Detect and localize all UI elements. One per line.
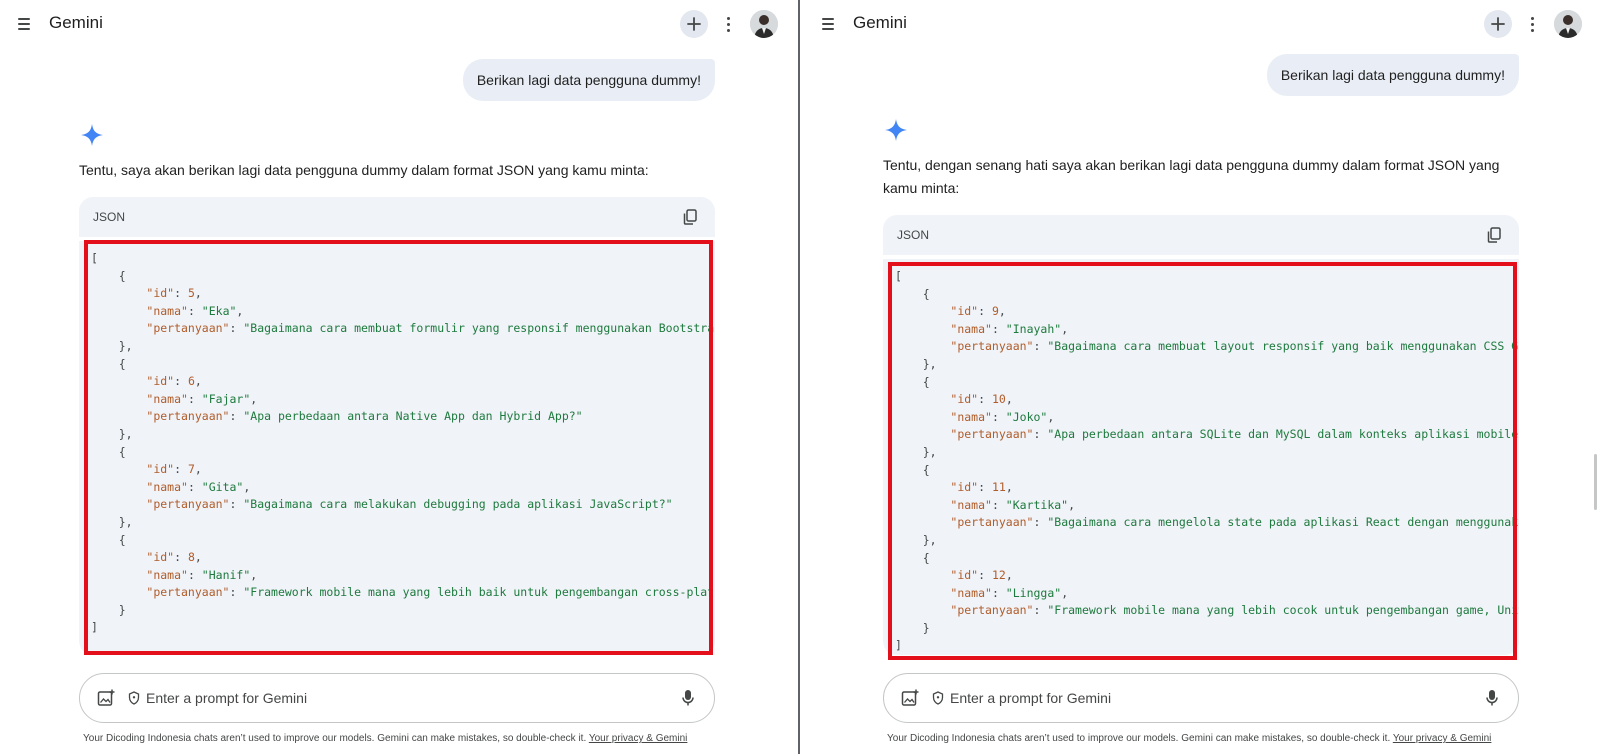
record-nama: "Inayah" (1005, 321, 1062, 336)
pane-divider (798, 0, 800, 754)
code-header: JSON (883, 215, 1519, 255)
record-pertanyaan: "Apa perbedaan antara SQLite dan MySQL d… (1047, 427, 1519, 442)
avatar[interactable] (1554, 10, 1582, 38)
top-bar: Gemini (804, 0, 1600, 48)
record-pertanyaan: "Bagaimana cara melakukan debugging pada… (243, 497, 673, 512)
user-message: Berikan lagi data pengguna dummy! (1266, 54, 1519, 96)
menu-icon[interactable] (818, 14, 838, 34)
shield-icon (128, 691, 142, 705)
avatar[interactable] (750, 10, 778, 38)
code-header: JSON (79, 197, 715, 237)
mic-icon[interactable] (678, 688, 698, 708)
new-chat-button[interactable] (1484, 10, 1512, 38)
code-language-label: JSON (897, 228, 930, 242)
prompt-input[interactable] (146, 690, 678, 706)
chat-pane-right: Gemini Berikan lagi data pengguna dummy!… (804, 0, 1600, 754)
record-pertanyaan: "Framework mobile mana yang lebih baik u… (243, 585, 715, 600)
record-nama: "Lingga" (1005, 585, 1062, 600)
privacy-link[interactable]: Your privacy & Gemini (1393, 733, 1492, 744)
record-pertanyaan: "Framework mobile mana yang lebih cocok … (1047, 603, 1519, 618)
code-block: JSON [ { "id": 9, "nama": "Inayah", "per… (883, 215, 1519, 655)
record-nama: "Joko" (1005, 409, 1048, 424)
record-nama: "Hanif" (201, 567, 251, 582)
chat-pane-left: Gemini Berikan lagi data pengguna dummy!… (0, 0, 800, 754)
copy-code-icon[interactable] (681, 208, 699, 226)
gemini-sparkle-icon (885, 119, 907, 141)
record-nama: "Gita" (201, 479, 244, 494)
record-id: 8 (187, 550, 195, 565)
record-pertanyaan: "Bagaimana cara membuat formulir yang re… (243, 321, 715, 336)
record-pertanyaan: "Bagaimana cara membuat layout responsif… (1047, 339, 1519, 354)
record-nama: "Fajar" (201, 391, 251, 406)
record-id: 5 (187, 286, 195, 301)
record-id: 6 (187, 374, 195, 389)
add-image-icon[interactable] (96, 688, 116, 708)
record-id: 11 (991, 480, 1006, 495)
plus-icon (1491, 17, 1505, 31)
app-title: Gemini (49, 13, 103, 32)
app-title: Gemini (853, 13, 907, 32)
more-options-icon[interactable] (720, 14, 736, 34)
record-pertanyaan: "Apa perbedaan antara Native App dan Hyb… (243, 409, 583, 424)
record-id: 12 (991, 568, 1006, 583)
code-content: [ { "id": 5, "nama": "Eka", "pertanyaan"… (79, 241, 715, 655)
response-text: Tentu, dengan senang hati saya akan beri… (883, 157, 1500, 196)
record-nama: "Kartika" (1005, 497, 1069, 512)
gemini-sparkle-icon (81, 124, 103, 146)
menu-icon[interactable] (14, 14, 34, 34)
prompt-input[interactable] (950, 690, 1482, 706)
record-id: 9 (991, 304, 999, 319)
record-pertanyaan: "Bagaimana cara mengelola state pada apl… (1047, 515, 1519, 530)
disclaimer: Your Dicoding Indonesia chats aren’t use… (887, 733, 1491, 744)
add-image-icon[interactable] (900, 688, 920, 708)
top-bar: Gemini (0, 0, 800, 48)
code-language-label: JSON (93, 210, 126, 224)
disclaimer-text: Your Dicoding Indonesia chats aren’t use… (83, 733, 589, 744)
record-id: 10 (991, 392, 1006, 407)
privacy-link[interactable]: Your privacy & Gemini (589, 733, 688, 744)
record-id: 7 (187, 462, 195, 477)
code-content: [ { "id": 9, "nama": "Inayah", "pertanya… (883, 259, 1519, 655)
prompt-bar (79, 673, 715, 723)
code-block: JSON [ { "id": 5, "nama": "Eka", "pertan… (79, 197, 715, 655)
shield-icon (932, 691, 946, 705)
user-message: Berikan lagi data pengguna dummy! (462, 59, 715, 101)
scrollbar-thumb[interactable] (1594, 454, 1597, 510)
new-chat-button[interactable] (680, 10, 708, 38)
response-text: Tentu, saya akan berikan lagi data pengg… (79, 162, 649, 178)
prompt-bar (883, 673, 1519, 723)
disclaimer: Your Dicoding Indonesia chats aren’t use… (83, 733, 687, 744)
disclaimer-text: Your Dicoding Indonesia chats aren’t use… (887, 733, 1393, 744)
more-options-icon[interactable] (1524, 14, 1540, 34)
record-nama: "Eka" (201, 303, 237, 318)
copy-code-icon[interactable] (1485, 226, 1503, 244)
plus-icon (687, 17, 701, 31)
mic-icon[interactable] (1482, 688, 1502, 708)
